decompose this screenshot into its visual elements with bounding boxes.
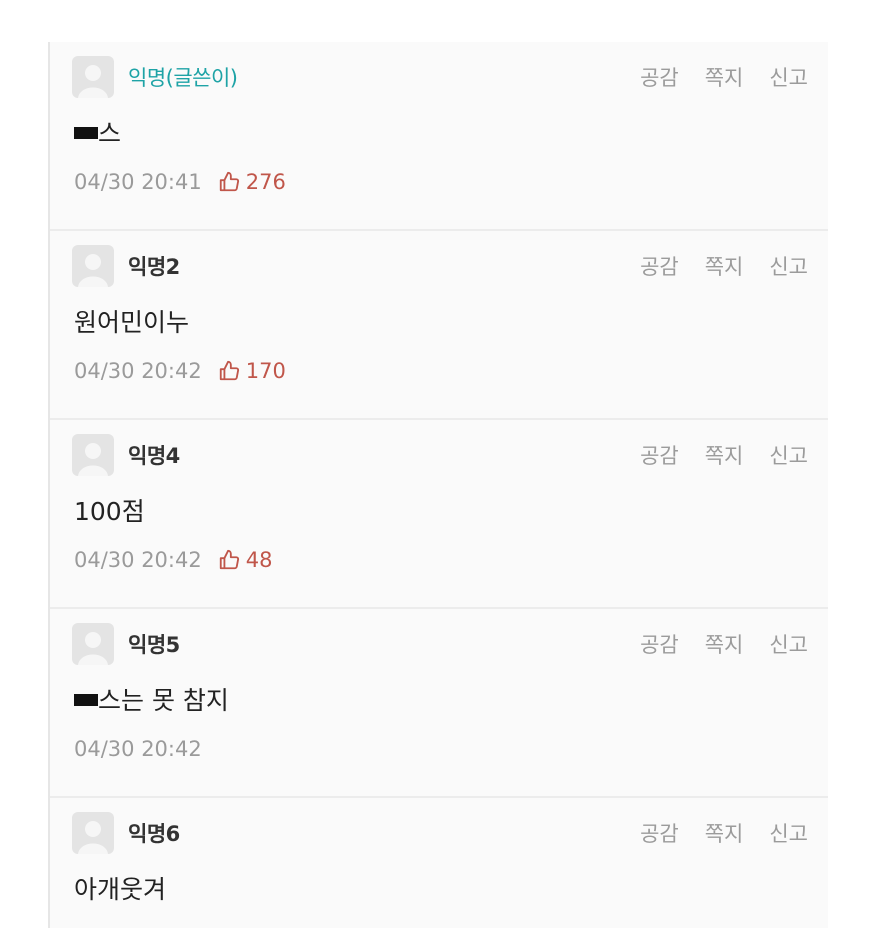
empathy-button[interactable]: 공감	[640, 818, 679, 848]
comment-item: 익명(글쓴이) 공감 쪽지 신고 스 04/30 20:41 276	[50, 42, 828, 231]
comment-timestamp: 04/30 20:42	[74, 548, 202, 572]
comment-actions: 공감 쪽지 신고	[640, 251, 808, 281]
empathy-button[interactable]: 공감	[640, 440, 679, 470]
comment-text-row: 원어민이누	[74, 303, 189, 339]
like-number: 276	[245, 170, 286, 194]
like-number: 48	[245, 548, 273, 572]
report-button[interactable]: 신고	[769, 818, 808, 848]
default-avatar-icon[interactable]	[72, 434, 114, 476]
comment-meta: 04/30 20:42	[74, 737, 202, 761]
default-avatar-icon[interactable]	[72, 245, 114, 287]
report-button[interactable]: 신고	[769, 251, 808, 281]
comment-actions: 공감 쪽지 신고	[640, 629, 808, 659]
redaction-mark	[74, 694, 98, 706]
comment-item: 익명4 공감 쪽지 신고 100점 04/30 20:42 48	[50, 420, 828, 609]
default-avatar-icon[interactable]	[72, 56, 114, 98]
message-button[interactable]: 쪽지	[705, 62, 744, 92]
comment-author[interactable]: 익명(글쓴이)	[128, 62, 238, 92]
thumbs-up-icon	[219, 171, 239, 192]
comment-text-row: 100점	[74, 492, 145, 528]
comment-item: 익명6 공감 쪽지 신고 아개웃겨	[50, 798, 828, 928]
comment-item: 익명2 공감 쪽지 신고 원어민이누 04/30 20:42 170	[50, 231, 828, 420]
comment-actions: 공감 쪽지 신고	[640, 440, 808, 470]
message-button[interactable]: 쪽지	[705, 818, 744, 848]
comment-meta: 04/30 20:42 48	[74, 548, 272, 572]
comment-item: 익명5 공감 쪽지 신고 스는 못 참지 04/30 20:42	[50, 609, 828, 798]
thumbs-up-icon	[219, 549, 239, 570]
comment-meta: 04/30 20:42 170	[74, 359, 286, 383]
comment-timestamp: 04/30 20:42	[74, 737, 202, 761]
empathy-button[interactable]: 공감	[640, 62, 679, 92]
message-button[interactable]: 쪽지	[705, 251, 744, 281]
report-button[interactable]: 신고	[769, 62, 808, 92]
comment-text: 스는 못 참지	[98, 686, 229, 715]
like-number: 170	[245, 359, 286, 383]
comment-author[interactable]: 익명6	[128, 818, 180, 848]
report-button[interactable]: 신고	[769, 629, 808, 659]
comment-author[interactable]: 익명2	[128, 251, 180, 281]
comment-text: 100점	[74, 497, 145, 526]
comment-actions: 공감 쪽지 신고	[640, 62, 808, 92]
comment-meta: 04/30 20:41 276	[74, 170, 286, 194]
empathy-button[interactable]: 공감	[640, 629, 679, 659]
comment-text-row: 아개웃겨	[74, 870, 166, 906]
like-count[interactable]: 48	[218, 548, 273, 572]
comment-text: 스	[98, 119, 122, 148]
empathy-button[interactable]: 공감	[640, 251, 679, 281]
comment-timestamp: 04/30 20:41	[74, 170, 202, 194]
comment-list: 익명(글쓴이) 공감 쪽지 신고 스 04/30 20:41 276 익명2 공…	[48, 42, 828, 928]
comment-author[interactable]: 익명4	[128, 440, 180, 470]
like-count[interactable]: 276	[218, 170, 286, 194]
message-button[interactable]: 쪽지	[705, 440, 744, 470]
comment-timestamp: 04/30 20:42	[74, 359, 202, 383]
comment-text-row: 스	[74, 114, 121, 150]
comment-author[interactable]: 익명5	[128, 629, 180, 659]
thumbs-up-icon	[219, 360, 239, 381]
message-button[interactable]: 쪽지	[705, 629, 744, 659]
comment-text: 아개웃겨	[74, 875, 167, 904]
comment-text-row: 스는 못 참지	[74, 681, 229, 717]
comment-actions: 공감 쪽지 신고	[640, 818, 808, 848]
redaction-mark	[74, 127, 98, 139]
like-count[interactable]: 170	[218, 359, 286, 383]
comment-text: 원어민이누	[74, 308, 190, 337]
default-avatar-icon[interactable]	[72, 812, 114, 854]
default-avatar-icon[interactable]	[72, 623, 114, 665]
report-button[interactable]: 신고	[769, 440, 808, 470]
